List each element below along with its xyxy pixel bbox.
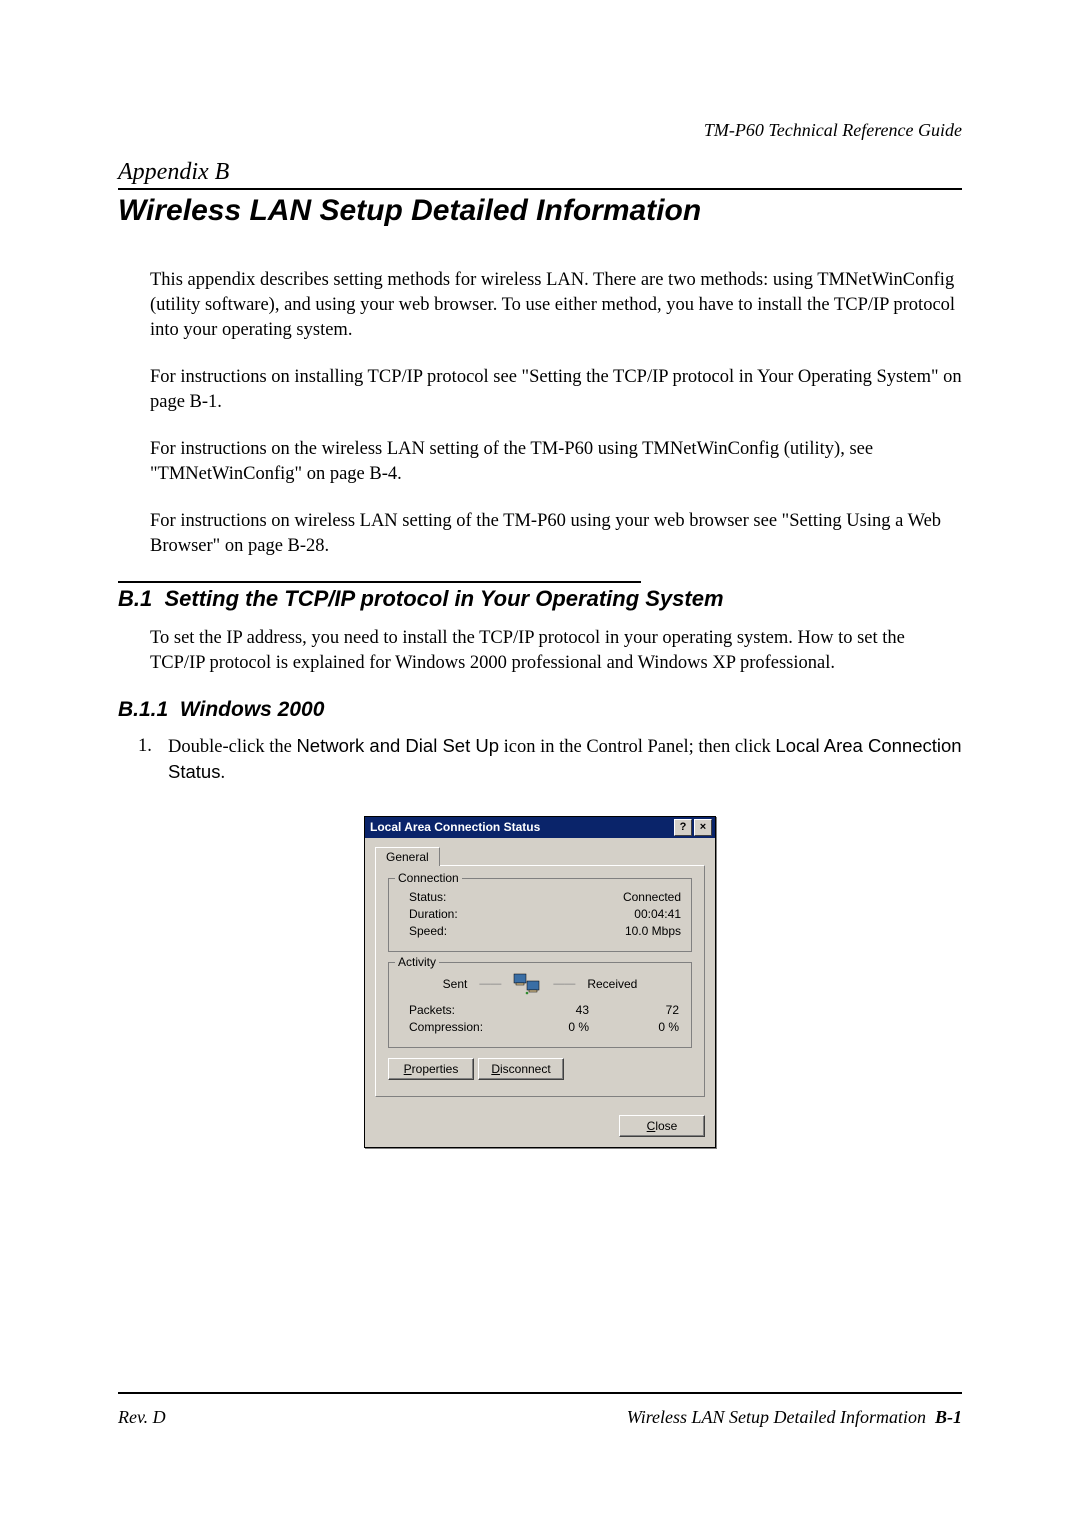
- disconnect-label: isconnect: [500, 1062, 551, 1076]
- duration-value: 00:04:41: [634, 907, 681, 921]
- section-heading: B.1 Setting the TCP/IP protocol in Your …: [118, 586, 962, 612]
- compression-sent: 0 %: [499, 1020, 589, 1034]
- section-number: B.1: [118, 586, 152, 611]
- page-number: B-1: [935, 1407, 962, 1427]
- step-number: 1.: [138, 734, 168, 786]
- dialog-screenshot: Local Area Connection Status ? × General…: [118, 816, 962, 1148]
- intro-paragraph-1: This appendix describes setting methods …: [150, 268, 962, 343]
- intro-paragraph-4: For instructions on wireless LAN setting…: [150, 509, 962, 559]
- step-1: 1. Double-click the Network and Dial Set…: [138, 734, 962, 786]
- duration-label: Duration:: [399, 907, 458, 921]
- packets-row: Packets: 43 72: [399, 1003, 681, 1017]
- disconnect-button[interactable]: Disconnect: [478, 1058, 564, 1080]
- packets-received: 72: [589, 1003, 679, 1017]
- activity-legend: Activity: [395, 955, 439, 969]
- footer-right: Wireless LAN Setup Detailed Information …: [627, 1407, 962, 1428]
- network-computers-icon: [513, 973, 541, 995]
- appendix-label: Appendix B: [118, 159, 962, 186]
- footer-doc-title: Wireless LAN Setup Detailed Information: [627, 1407, 926, 1427]
- speed-value: 10.0 Mbps: [625, 924, 681, 938]
- step-body: Double-click the Network and Dial Set Up…: [168, 734, 962, 786]
- header-guide-title: TM-P60 Technical Reference Guide: [118, 120, 962, 141]
- status-label: Status:: [399, 890, 446, 904]
- subsection-number: B.1.1: [118, 698, 168, 721]
- properties-button[interactable]: Properties: [388, 1058, 474, 1080]
- page-title: Wireless LAN Setup Detailed Information: [118, 194, 962, 228]
- footer-rev: Rev. D: [118, 1407, 166, 1428]
- title-rule: [118, 188, 962, 190]
- step-text-mid: icon in the Control Panel; then click: [499, 737, 775, 757]
- close-label: lose: [655, 1119, 677, 1133]
- subsection-heading: B.1.1 Windows 2000: [118, 698, 962, 722]
- section-body: To set the IP address, you need to insta…: [150, 626, 962, 676]
- step-text-prefix: Double-click the: [168, 737, 296, 757]
- dialog-title-bar: Local Area Connection Status ? ×: [365, 817, 715, 838]
- status-value: Connected: [623, 890, 681, 904]
- close-button[interactable]: Close: [619, 1115, 705, 1137]
- compression-received: 0 %: [589, 1020, 679, 1034]
- document-page: TM-P60 Technical Reference Guide Appendi…: [0, 0, 1080, 1528]
- button-row: Properties Disconnect: [388, 1058, 692, 1080]
- connection-group: Connection Status: Connected Duration: 0…: [388, 878, 692, 952]
- close-icon[interactable]: ×: [694, 819, 712, 836]
- step-ui-label-1: Network and Dial Set Up: [296, 735, 499, 756]
- intro-paragraph-3: For instructions on the wireless LAN set…: [150, 437, 962, 487]
- activity-sent-label: Sent: [443, 977, 468, 991]
- compression-row: Compression: 0 % 0 %: [399, 1020, 681, 1034]
- tab-panel: Connection Status: Connected Duration: 0…: [375, 865, 705, 1097]
- compression-label: Compression:: [399, 1020, 499, 1034]
- step-text-suffix: .: [220, 763, 225, 783]
- activity-header: Sent —— ——: [399, 973, 681, 995]
- dialog-body: General Connection Status: Connected Dur…: [365, 838, 715, 1107]
- status-row: Status: Connected: [399, 890, 681, 904]
- section-rule: [118, 581, 641, 583]
- close-row: Close: [365, 1107, 715, 1147]
- properties-label: roperties: [412, 1062, 459, 1076]
- subsection-title: Windows 2000: [180, 698, 325, 721]
- activity-group: Activity Sent ——: [388, 962, 692, 1048]
- dialog-title: Local Area Connection Status: [370, 820, 540, 834]
- packets-sent: 43: [499, 1003, 589, 1017]
- page-footer: Rev. D Wireless LAN Setup Detailed Infor…: [118, 1407, 962, 1428]
- help-button[interactable]: ?: [674, 819, 692, 836]
- connection-status-dialog: Local Area Connection Status ? × General…: [364, 816, 716, 1148]
- speed-label: Speed:: [399, 924, 447, 938]
- activity-received-label: Received: [587, 977, 637, 991]
- packets-label: Packets:: [399, 1003, 499, 1017]
- section-title: Setting the TCP/IP protocol in Your Oper…: [164, 586, 723, 611]
- divider-dash: ——: [479, 978, 501, 990]
- duration-row: Duration: 00:04:41: [399, 907, 681, 921]
- connection-legend: Connection: [395, 871, 462, 885]
- footer-rule: [118, 1392, 962, 1394]
- speed-row: Speed: 10.0 Mbps: [399, 924, 681, 938]
- tab-general[interactable]: General: [375, 847, 440, 866]
- divider-dash: ——: [553, 978, 575, 990]
- intro-paragraph-2: For instructions on installing TCP/IP pr…: [150, 365, 962, 415]
